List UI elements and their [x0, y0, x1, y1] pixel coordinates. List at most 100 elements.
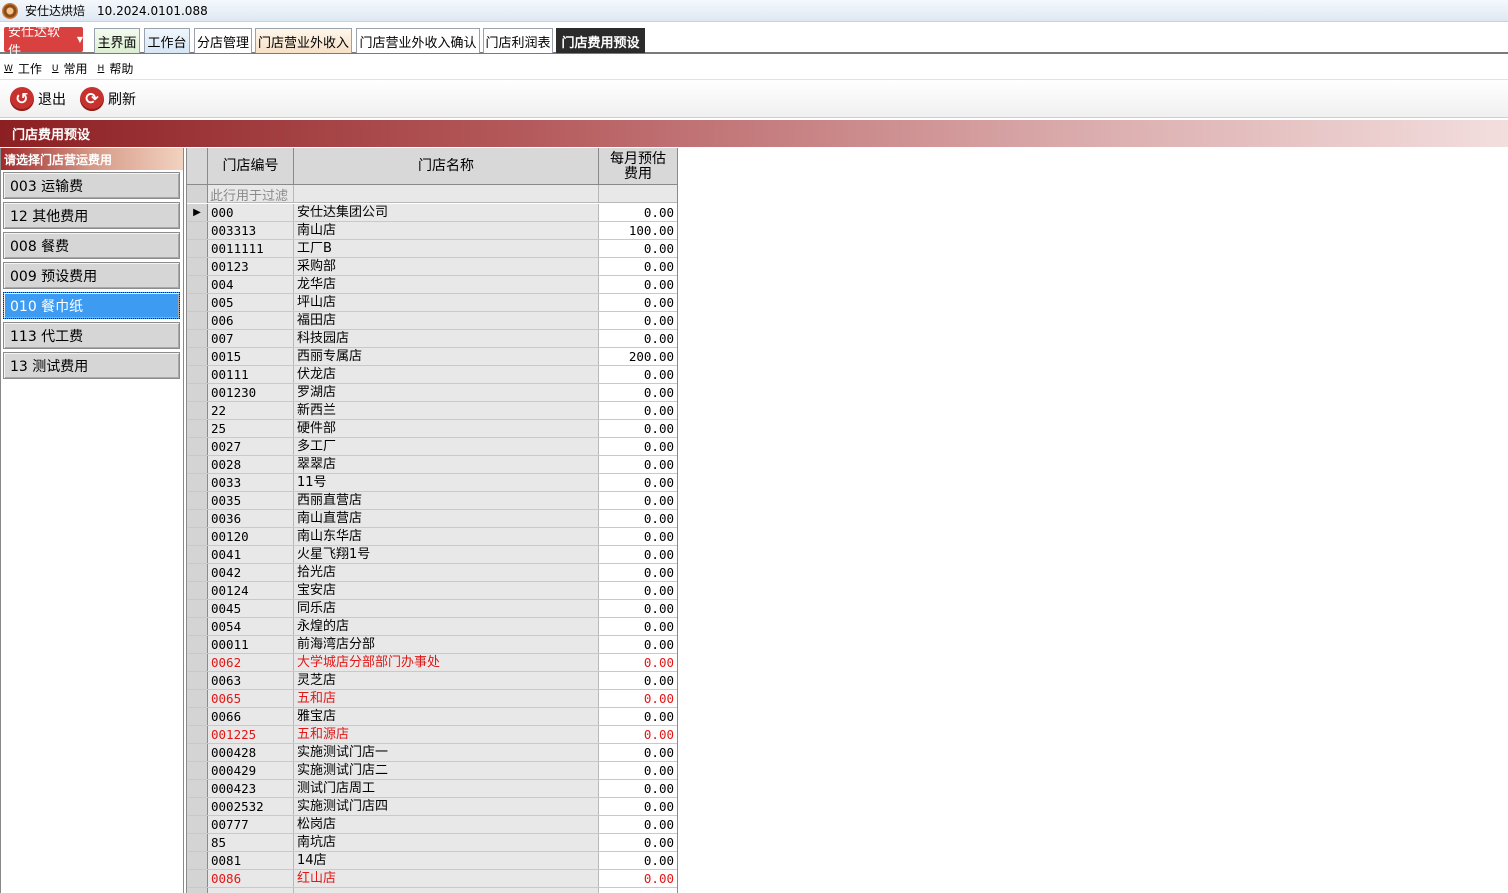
table-row[interactable]: 0065 五和店 0.00: [187, 690, 677, 708]
row-indicator[interactable]: [187, 366, 208, 383]
tab-branch-management[interactable]: 分店管理: [194, 28, 252, 53]
row-indicator[interactable]: [187, 258, 208, 275]
monthly-fee-cell[interactable]: 0.00: [599, 366, 677, 383]
menu-work[interactable]: W 工作: [4, 60, 42, 77]
table-row[interactable]: 00777 松岗店 0.00: [187, 816, 677, 834]
expense-category-item-selected[interactable]: 010 餐巾纸: [3, 292, 180, 319]
monthly-fee-cell[interactable]: 0.00: [599, 636, 677, 653]
row-indicator[interactable]: [187, 402, 208, 419]
tab-workbench[interactable]: 工作台: [144, 28, 190, 53]
monthly-fee-cell[interactable]: 0.00: [599, 564, 677, 581]
menu-common[interactable]: U 常用: [52, 60, 88, 77]
tab-main[interactable]: 主界面: [94, 28, 140, 53]
table-row[interactable]: 004 龙华店 0.00: [187, 276, 677, 294]
row-indicator[interactable]: [187, 294, 208, 311]
tab-store-nonoperating-income-confirm[interactable]: 门店营业外收入确认: [356, 28, 480, 53]
filter-row[interactable]: 此行用于过滤: [187, 185, 677, 203]
table-row[interactable]: 0027 多工厂 0.00: [187, 438, 677, 456]
monthly-fee-cell[interactable]: 0.00: [599, 456, 677, 473]
monthly-fee-cell[interactable]: 0.00: [599, 474, 677, 491]
row-indicator[interactable]: [187, 456, 208, 473]
tab-store-profit-statement[interactable]: 门店利润表: [483, 28, 553, 53]
row-indicator[interactable]: [187, 654, 208, 671]
expense-category-item[interactable]: 12 其他费用: [3, 202, 180, 229]
monthly-fee-cell[interactable]: 0.00: [599, 258, 677, 275]
table-row[interactable]: ▶ 000 安仕达集团公司 0.00: [187, 204, 677, 222]
monthly-fee-cell[interactable]: 0.00: [599, 852, 677, 869]
table-row[interactable]: 22 新西兰 0.00: [187, 402, 677, 420]
table-row[interactable]: 0035 西丽直营店 0.00: [187, 492, 677, 510]
row-indicator[interactable]: [187, 564, 208, 581]
table-row[interactable]: 0033 11号 0.00: [187, 474, 677, 492]
monthly-fee-cell[interactable]: 0.00: [599, 726, 677, 743]
expense-category-item[interactable]: 009 预设费用: [3, 262, 180, 289]
table-row[interactable]: 000429 实施测试门店二 0.00: [187, 762, 677, 780]
monthly-fee-cell[interactable]: 0.00: [599, 294, 677, 311]
row-indicator[interactable]: [187, 690, 208, 707]
row-indicator[interactable]: [187, 312, 208, 329]
table-row[interactable]: 0015 西丽专属店 200.00: [187, 348, 677, 366]
row-indicator[interactable]: [187, 546, 208, 563]
row-indicator[interactable]: [187, 528, 208, 545]
row-indicator[interactable]: [187, 636, 208, 653]
row-indicator[interactable]: [187, 672, 208, 689]
table-row[interactable]: 85 南坑店 0.00: [187, 834, 677, 852]
expense-category-item[interactable]: 003 运输费: [3, 172, 180, 199]
table-row[interactable]: 0002532 实施测试门店四 0.00: [187, 798, 677, 816]
table-row[interactable]: 000423 测试门店周工 0.00: [187, 780, 677, 798]
monthly-fee-cell[interactable]: 0.00: [599, 384, 677, 401]
row-indicator[interactable]: [187, 384, 208, 401]
table-row[interactable]: 001225 五和源店 0.00: [187, 726, 677, 744]
table-row[interactable]: 00124 宝安店 0.00: [187, 582, 677, 600]
row-indicator[interactable]: [187, 726, 208, 743]
table-row[interactable]: 0041 火星飞翔1号 0.00: [187, 546, 677, 564]
row-indicator[interactable]: [187, 762, 208, 779]
row-indicator[interactable]: [187, 798, 208, 815]
table-row[interactable]: 0063 灵芝店 0.00: [187, 672, 677, 690]
tab-store-nonoperating-income[interactable]: 门店营业外收入: [255, 28, 352, 53]
table-row[interactable]: 0086 红山店 0.00: [187, 870, 677, 888]
row-indicator[interactable]: [187, 240, 208, 257]
brand-menu-button[interactable]: 安仕达软件 ▼: [4, 25, 83, 59]
row-indicator[interactable]: [187, 834, 208, 851]
monthly-fee-cell[interactable]: 0.00: [599, 204, 677, 221]
table-row[interactable]: 0036 南山直营店 0.00: [187, 510, 677, 528]
monthly-fee-cell[interactable]: 0.00: [599, 834, 677, 851]
monthly-fee-cell[interactable]: 0.00: [599, 510, 677, 527]
monthly-fee-cell[interactable]: 0.00: [599, 582, 677, 599]
monthly-fee-cell[interactable]: 0.00: [599, 870, 677, 887]
table-row[interactable]: 00111 伏龙店 0.00: [187, 366, 677, 384]
row-indicator[interactable]: [187, 780, 208, 797]
row-indicator[interactable]: [187, 420, 208, 437]
monthly-fee-cell[interactable]: 0.00: [599, 618, 677, 635]
monthly-fee-cell[interactable]: 0.00: [599, 438, 677, 455]
table-row[interactable]: 007 科技园店 0.00: [187, 330, 677, 348]
row-indicator[interactable]: [187, 492, 208, 509]
table-row[interactable]: 005 坪山店 0.00: [187, 294, 677, 312]
current-row-indicator-icon[interactable]: ▶: [187, 204, 208, 221]
table-row[interactable]: 006 福田店 0.00: [187, 312, 677, 330]
refresh-button[interactable]: ⟳ 刷新: [80, 86, 136, 111]
row-indicator[interactable]: [187, 600, 208, 617]
row-indicator[interactable]: [187, 330, 208, 347]
header-monthly-fee[interactable]: 每月预估费用: [599, 148, 677, 185]
header-store-name[interactable]: 门店名称: [294, 148, 599, 185]
expense-category-item[interactable]: 113 代工费: [3, 322, 180, 349]
monthly-fee-cell[interactable]: 100.00: [599, 222, 677, 239]
table-row[interactable]: 00123 采购部 0.00: [187, 258, 677, 276]
table-row[interactable]: 00120 南山东华店 0.00: [187, 528, 677, 546]
monthly-fee-cell[interactable]: 0.00: [599, 402, 677, 419]
tab-store-expense-preset[interactable]: 门店费用预设: [556, 28, 645, 53]
table-row[interactable]: 0081 14店 0.00: [187, 852, 677, 870]
table-row[interactable]: 25 硬件部 0.00: [187, 420, 677, 438]
table-row[interactable]: 00011 前海湾店分部 0.00: [187, 636, 677, 654]
menu-help[interactable]: H 帮助: [98, 60, 134, 77]
exit-button[interactable]: ↺ 退出: [10, 86, 66, 111]
monthly-fee-cell[interactable]: 0.00: [599, 492, 677, 509]
monthly-fee-cell[interactable]: 0.00: [599, 276, 677, 293]
row-indicator[interactable]: [187, 744, 208, 761]
monthly-fee-cell[interactable]: 0.00: [599, 744, 677, 761]
row-indicator[interactable]: [187, 816, 208, 833]
monthly-fee-cell[interactable]: 0.00: [599, 312, 677, 329]
monthly-fee-cell[interactable]: 0.00: [599, 546, 677, 563]
